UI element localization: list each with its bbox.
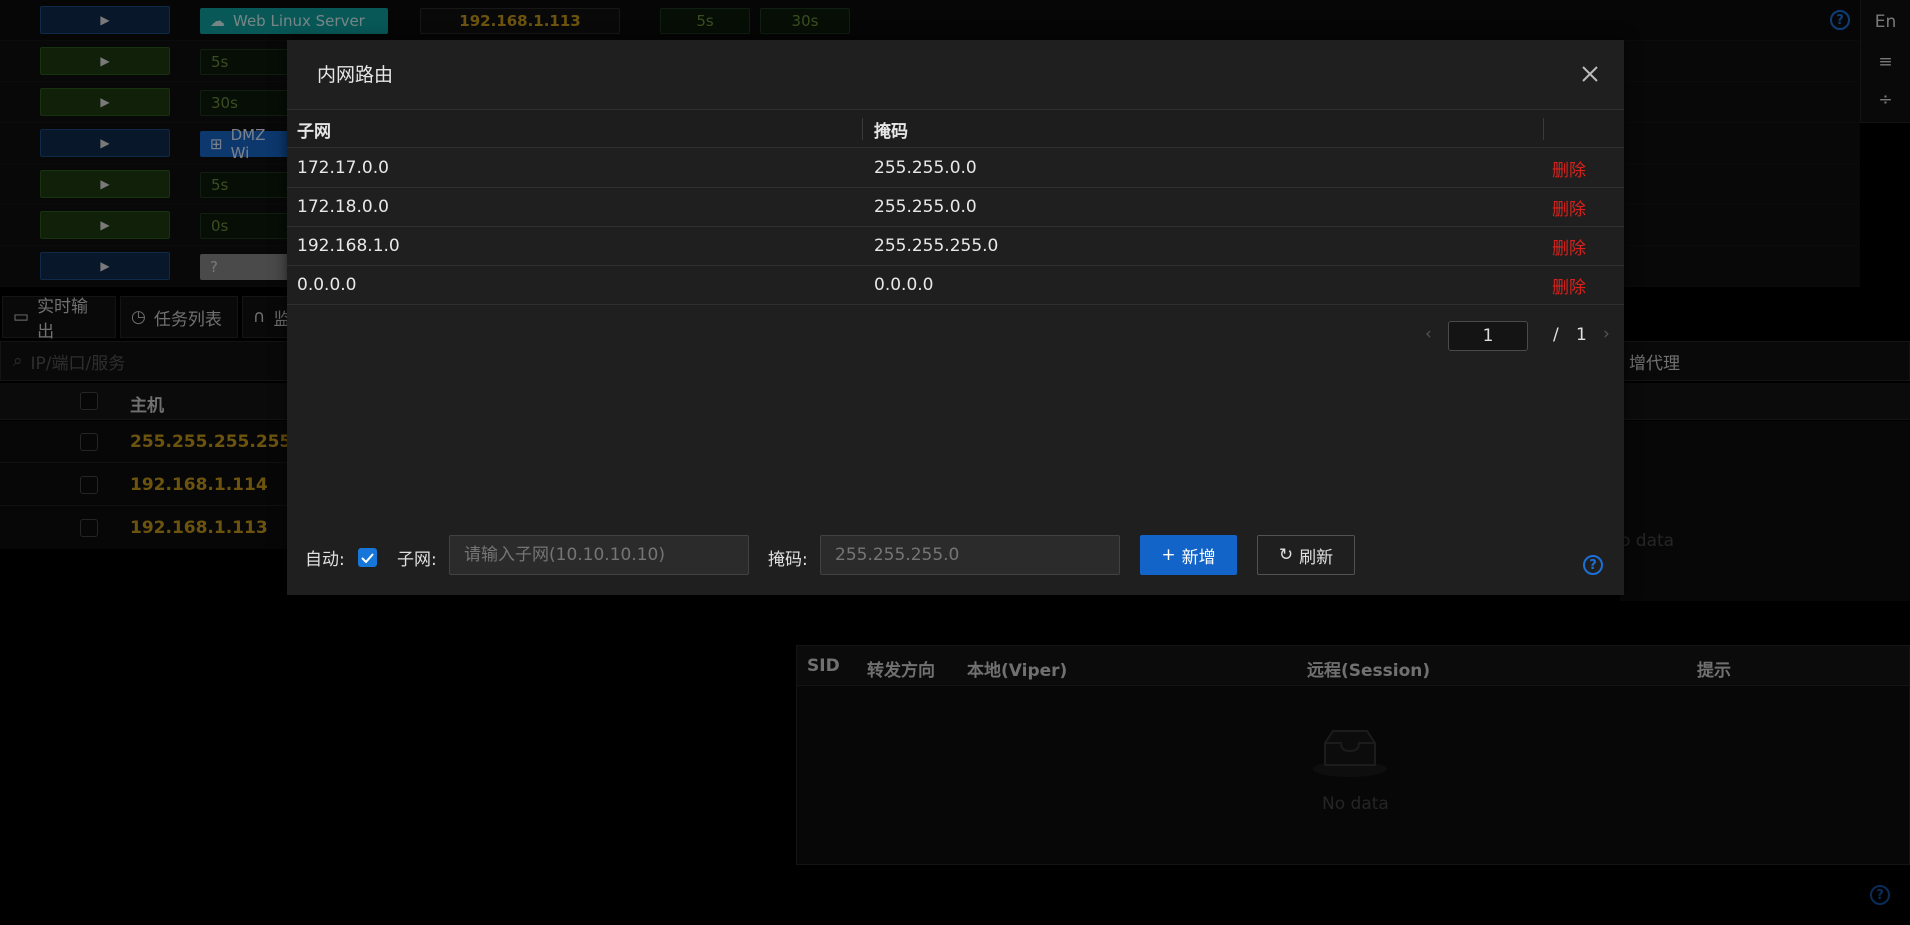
mask-column-header: 掩码 — [874, 122, 908, 142]
plus-icon: + — [1161, 545, 1176, 565]
table-row: 172.18.0.0 255.255.0.0 删除 — [287, 188, 1624, 227]
route-modal: 内网路由 子网 掩码 172.17.0.0 255.255.0.0 删除 172… — [287, 40, 1624, 595]
table-row: 0.0.0.0 0.0.0.0 删除 — [287, 266, 1624, 305]
page-number-input[interactable] — [1448, 321, 1528, 351]
help-icon[interactable]: ? — [1583, 555, 1603, 575]
auto-label: 自动: — [305, 550, 345, 570]
mask-cell: 255.255.0.0 — [874, 197, 977, 217]
mask-cell: 255.255.0.0 — [874, 158, 977, 178]
subnet-cell: 172.18.0.0 — [297, 197, 389, 217]
delete-link[interactable]: 删除 — [1552, 149, 1586, 187]
modal-title: 内网路由 — [317, 64, 394, 86]
mask-input[interactable] — [820, 535, 1120, 575]
page-separator: / — [1553, 325, 1559, 345]
subnet-label: 子网: — [397, 550, 437, 570]
table-row: 172.17.0.0 255.255.0.0 删除 — [287, 149, 1624, 188]
add-button[interactable]: + 新增 — [1140, 535, 1237, 575]
mask-label: 掩码: — [768, 550, 808, 570]
column-divider — [1543, 118, 1544, 140]
close-icon[interactable] — [1578, 62, 1602, 86]
subnet-cell: 0.0.0.0 — [297, 275, 357, 295]
prev-page-icon[interactable]: ‹ — [1425, 324, 1432, 344]
mask-cell: 0.0.0.0 — [874, 275, 934, 295]
delete-link[interactable]: 删除 — [1552, 227, 1586, 265]
refresh-button-label: 刷新 — [1299, 547, 1334, 568]
subnet-cell: 192.168.1.0 — [297, 236, 400, 256]
auto-checkbox[interactable] — [358, 548, 377, 567]
route-table-header: 子网 掩码 — [287, 109, 1624, 148]
page-total: 1 — [1576, 325, 1587, 345]
mask-cell: 255.255.255.0 — [874, 236, 999, 256]
column-divider — [862, 118, 863, 140]
add-button-label: 新增 — [1181, 547, 1216, 568]
delete-link[interactable]: 删除 — [1552, 266, 1586, 304]
subnet-cell: 172.17.0.0 — [297, 158, 389, 178]
refresh-button[interactable]: ↻ 刷新 — [1257, 535, 1355, 575]
table-row: 192.168.1.0 255.255.255.0 删除 — [287, 227, 1624, 266]
subnet-column-header: 子网 — [297, 122, 331, 142]
delete-link[interactable]: 删除 — [1552, 188, 1586, 226]
subnet-input[interactable] — [449, 535, 749, 575]
next-page-icon[interactable]: › — [1603, 324, 1610, 344]
refresh-icon: ↻ — [1278, 545, 1294, 565]
